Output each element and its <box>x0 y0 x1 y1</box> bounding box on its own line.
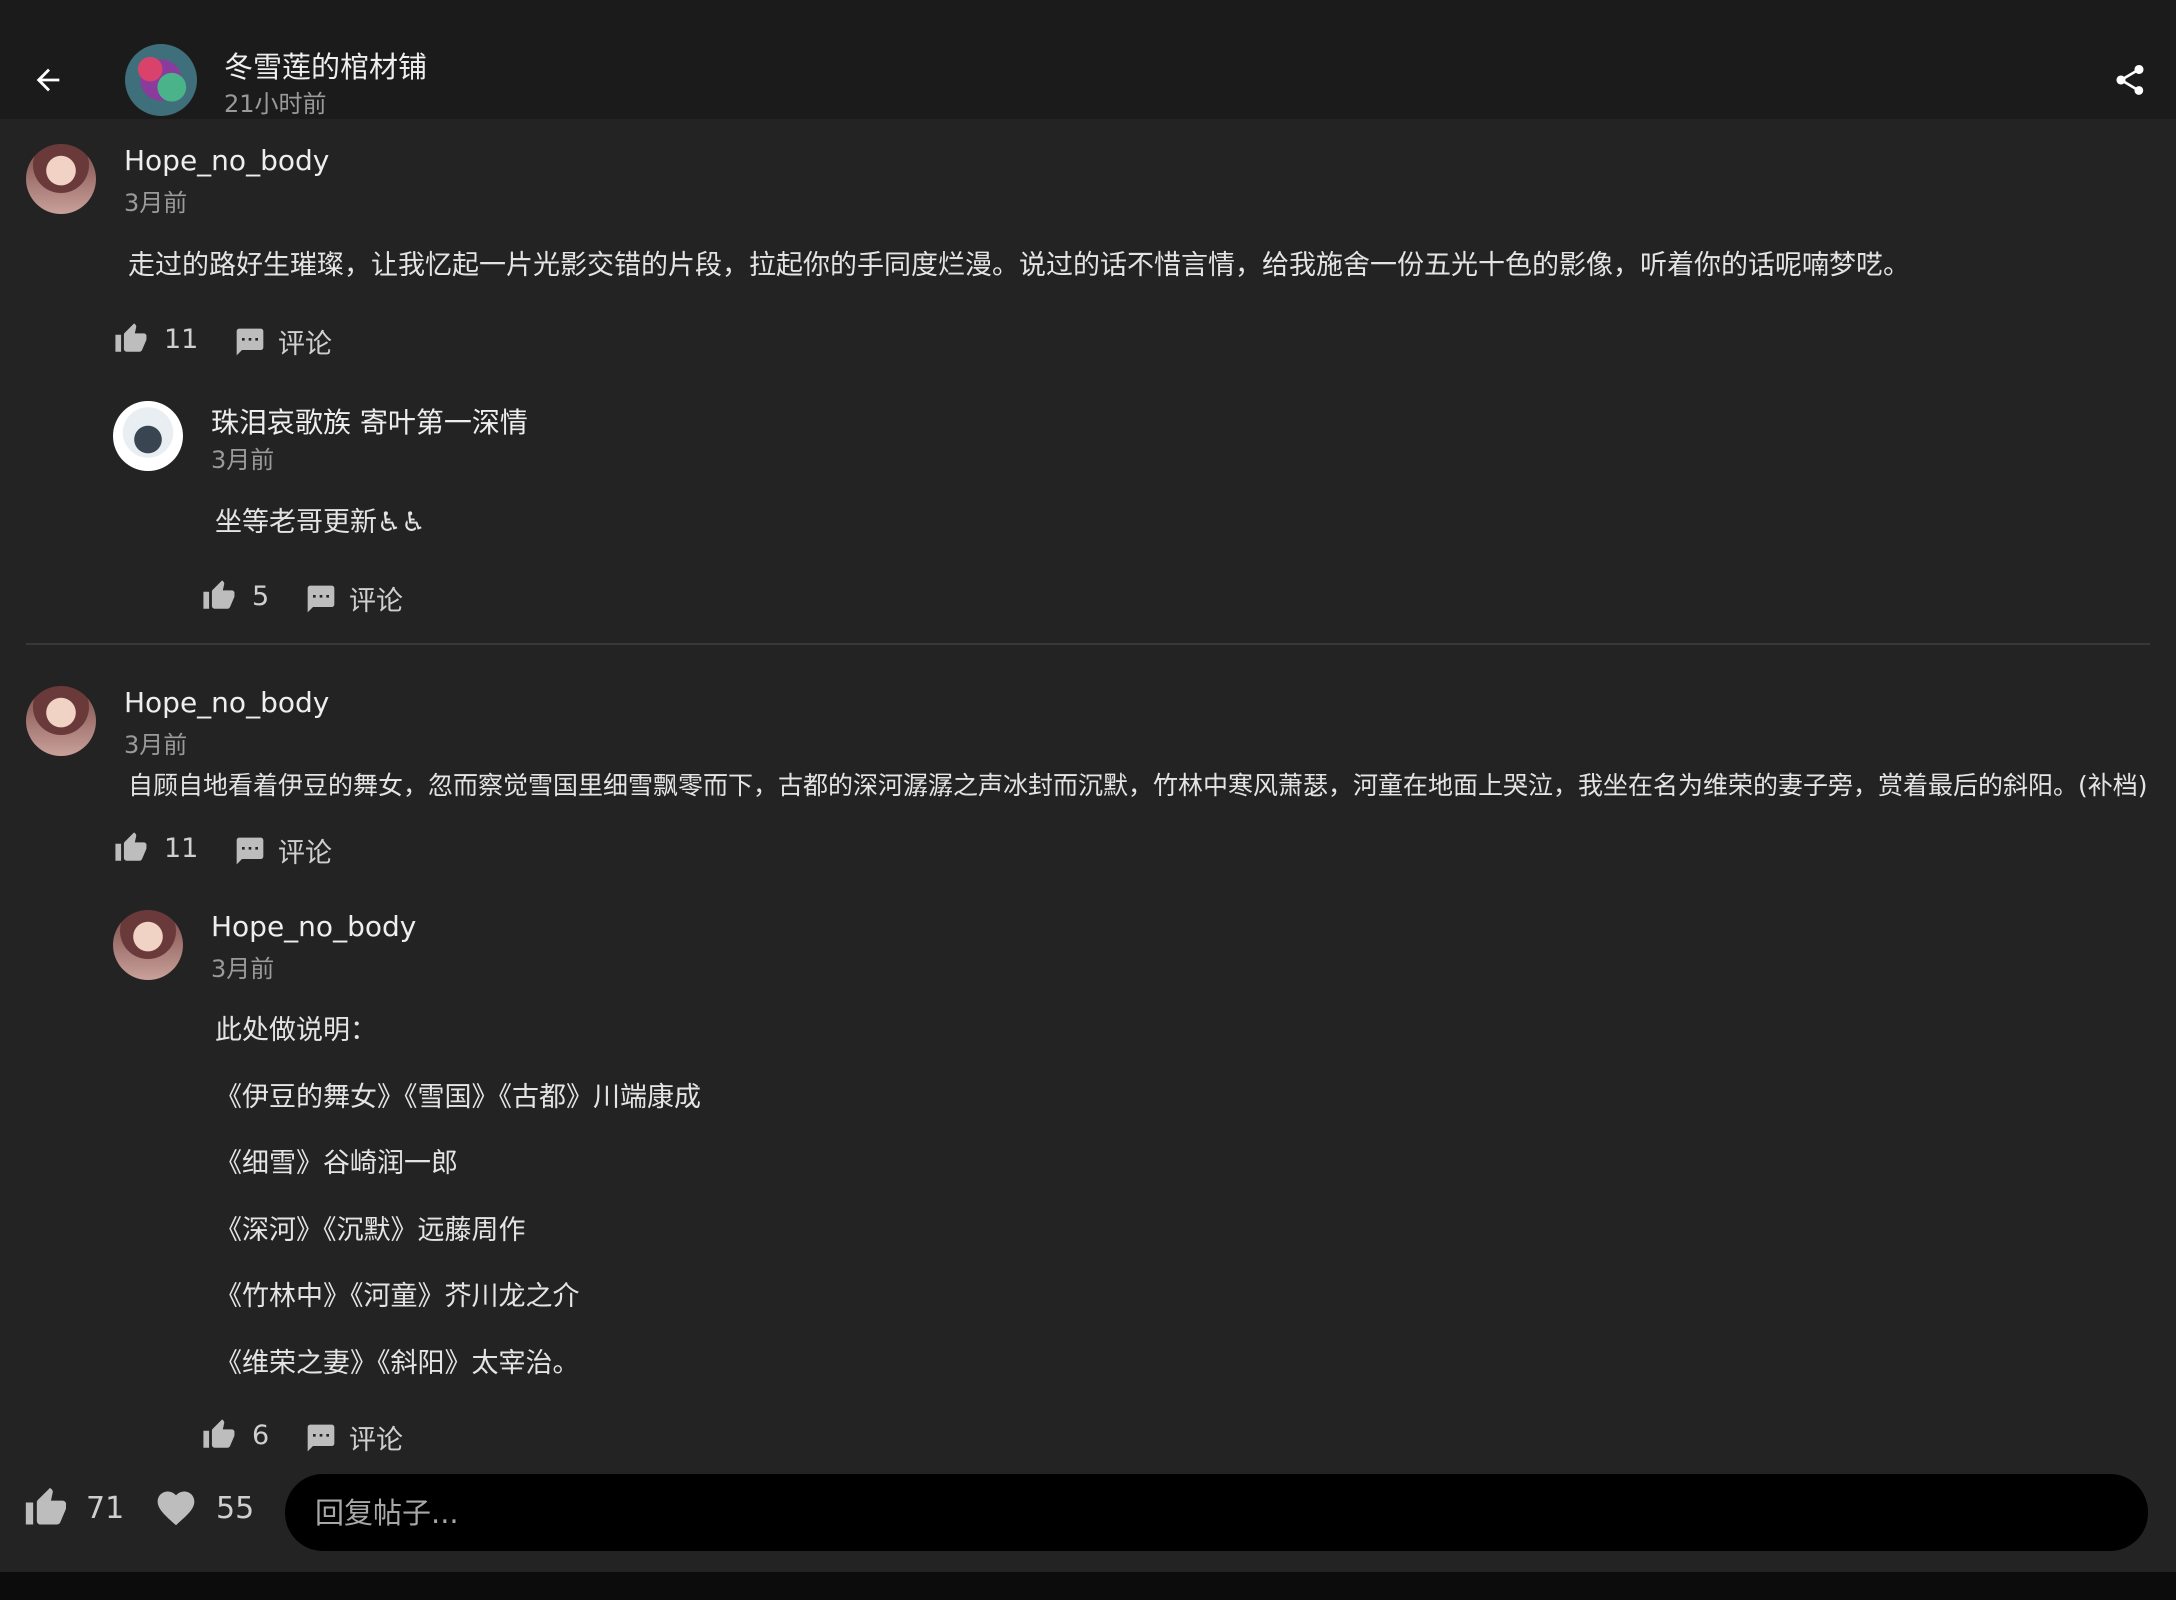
reply-username[interactable]: 珠泪哀歌族 寄叶第一深情 <box>211 401 528 441</box>
like-button[interactable]: 11 <box>114 322 198 356</box>
avatar[interactable] <box>26 144 96 214</box>
comment-bubble-icon <box>236 837 264 864</box>
thumb-up-icon <box>203 1419 235 1448</box>
comment-time: 3月前 <box>124 731 188 759</box>
reply-line: 《细雪》谷崎润一郎 <box>215 1148 458 1179</box>
share-icon <box>2116 65 2144 95</box>
avatar[interactable] <box>26 686 96 756</box>
like-count: 11 <box>164 832 199 864</box>
reply-time: 3月前 <box>211 955 275 983</box>
reply-text: 坐等老哥更新♿♿ <box>215 507 426 538</box>
comment-label: 评论 <box>278 329 332 360</box>
comment-button[interactable]: 评论 <box>305 579 403 618</box>
comment-bubble-icon <box>307 585 335 612</box>
reply-line: 《伊豆的舞女》《雪国》《古都》川端康成 <box>215 1082 701 1113</box>
post-favorite-count: 55 <box>216 1490 255 1526</box>
divider <box>26 643 2150 645</box>
comment-bubble-icon <box>236 328 264 355</box>
like-count: 5 <box>252 580 270 612</box>
avatar[interactable] <box>113 910 183 980</box>
reply-time: 3月前 <box>211 446 275 474</box>
like-button[interactable]: 6 <box>202 1418 269 1452</box>
comment-text: 走过的路好生璀璨，让我忆起一片光影交错的片段，拉起你的手同度烂漫。说过的话不惜言… <box>128 250 1910 281</box>
heart-icon <box>157 1491 195 1526</box>
post-like-button[interactable]: 71 <box>24 1486 124 1530</box>
like-button[interactable]: 11 <box>114 831 198 865</box>
post-title: 冬雪莲的棺材铺 <box>224 50 428 84</box>
thumb-up-icon <box>25 1487 67 1525</box>
share-button[interactable] <box>2108 58 2152 102</box>
comment-label: 评论 <box>349 586 403 617</box>
comment-button[interactable]: 评论 <box>234 831 332 870</box>
system-nav-strip <box>0 1572 2176 1600</box>
comment-bubble-icon <box>307 1424 335 1451</box>
post-like-count: 71 <box>86 1490 125 1526</box>
thumb-up-icon <box>115 323 147 352</box>
comment-username[interactable]: Hope_no_body <box>124 686 329 719</box>
reply-line: 《维荣之妻》《斜阳》太宰治。 <box>215 1348 580 1379</box>
comment-label: 评论 <box>278 838 332 869</box>
like-count: 6 <box>252 1419 270 1451</box>
comment-button[interactable]: 评论 <box>234 322 332 361</box>
thumb-up-icon <box>115 832 147 861</box>
like-button[interactable]: 5 <box>202 579 269 613</box>
post-avatar[interactable] <box>125 44 197 116</box>
reply-input[interactable] <box>285 1474 2148 1551</box>
comment-username[interactable]: Hope_no_body <box>124 144 329 177</box>
back-button[interactable] <box>28 60 68 100</box>
comment-label: 评论 <box>349 1425 403 1456</box>
reply-line: 此处做说明： <box>215 1015 377 1046</box>
arrow-left-icon <box>36 68 60 92</box>
like-count: 11 <box>164 323 199 355</box>
reply-username[interactable]: Hope_no_body <box>211 910 416 943</box>
thumb-up-icon <box>203 580 235 609</box>
post-time: 21小时前 <box>224 90 327 118</box>
reply-line: 《竹林中》《河童》芥川龙之介 <box>215 1281 580 1312</box>
reply-line: 《深河》《沉默》远藤周作 <box>215 1215 526 1246</box>
post-favorite-button[interactable]: 55 <box>154 1486 254 1530</box>
comment-time: 3月前 <box>124 189 188 217</box>
comment-text: 自顾自地看着伊豆的舞女，忽而察觉雪国里细雪飘零而下，古都的深河潺潺之声冰封而沉默… <box>128 771 2148 800</box>
avatar[interactable] <box>113 401 183 471</box>
comment-button[interactable]: 评论 <box>305 1418 403 1457</box>
